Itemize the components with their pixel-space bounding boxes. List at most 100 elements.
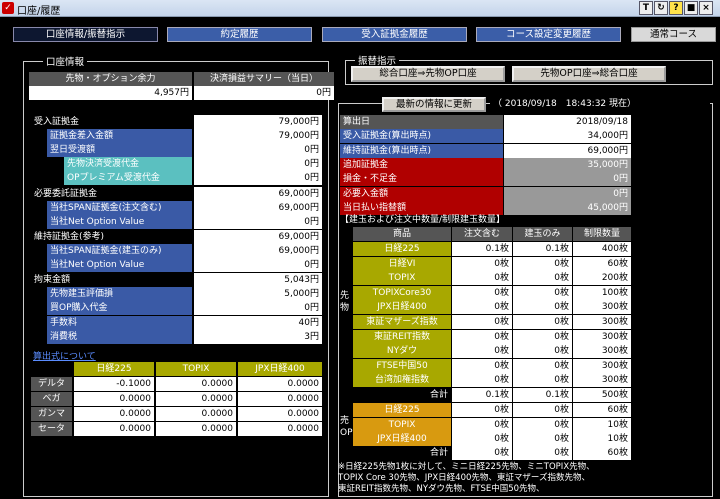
- greeks-cell: -0.1000: [74, 377, 154, 391]
- futures-cell: 0枚: [452, 285, 512, 300]
- account-row-value: 69,000円: [194, 230, 322, 244]
- account-info-label: 口座情報: [43, 54, 88, 68]
- futures-cell: 0.1枚: [513, 242, 572, 256]
- greeks-cell: 0.0000: [238, 422, 322, 436]
- greeks-cell: 0.0000: [74, 392, 154, 406]
- account-row-label: 必要委託証拠金: [34, 189, 98, 199]
- futures-cell: 300枚: [573, 300, 631, 315]
- account-row-value: 0円: [194, 301, 322, 315]
- summary-label: 必要入金額: [340, 186, 503, 201]
- timestamp: （ 2018/09/18 18:43:32 現在）: [490, 97, 710, 111]
- futures-cell: 0枚: [513, 300, 572, 315]
- futures-cell: 0枚: [452, 329, 512, 344]
- futures-cell: 0枚: [513, 271, 572, 286]
- futures-name: 日経VI: [353, 256, 451, 271]
- account-row-value: 5,043円: [194, 273, 322, 287]
- futures-total-cell: 0.1枚: [513, 388, 572, 402]
- options-cell: 60枚: [573, 403, 631, 417]
- tab-account-info[interactable]: 口座情報/振替指示: [13, 27, 158, 42]
- account-row-value: 0円: [194, 143, 322, 157]
- summary-label: 損金・不足金: [340, 172, 503, 187]
- account-row-label: 当社Net Option Value: [47, 258, 192, 272]
- options-cell: 10枚: [573, 417, 631, 432]
- greeks-row-name: ベガ: [31, 392, 72, 406]
- account-row-value: 0円: [194, 215, 322, 229]
- positions-title: 【建玉および注文中数量/制限建玉数量】: [340, 215, 506, 225]
- formula-link[interactable]: 算出式について: [33, 349, 96, 362]
- summary-value: 35,000円: [504, 157, 631, 172]
- futures-cell: 0枚: [452, 300, 512, 315]
- futures-cell: 100枚: [573, 285, 631, 300]
- futures-cell: 0枚: [452, 315, 512, 329]
- summary-value: 69,000円: [504, 143, 631, 158]
- close-icon[interactable]: ×: [699, 1, 713, 15]
- futures-cell: 0枚: [513, 256, 572, 271]
- transfer-label: 振替指示: [355, 53, 400, 67]
- positions-header: 建玉のみ: [513, 227, 572, 241]
- options-name: TOPIX: [353, 417, 451, 432]
- account-row-value: 79,000円: [194, 115, 322, 129]
- to-futures-button[interactable]: 総合口座⇒先物OP口座: [351, 66, 505, 82]
- account-row-label: 手数料: [47, 316, 192, 330]
- futures-cell: 0枚: [452, 373, 512, 388]
- account-row-label: 証拠金差入金額: [47, 129, 192, 143]
- summary-label: 追加証拠金: [340, 157, 503, 172]
- account-row-value: 69,000円: [194, 201, 322, 215]
- account-row-label: 拘束金額: [34, 275, 71, 285]
- positions-header: 制限数量: [573, 227, 631, 241]
- greeks-row-name: ガンマ: [31, 407, 72, 421]
- account-row-value: 0円: [194, 157, 322, 171]
- account-row-value: 69,000円: [194, 244, 322, 258]
- summary-label: 受入証拠金(算出時点): [340, 129, 503, 144]
- greeks-cell: 0.0000: [238, 407, 322, 421]
- futures-name: 台湾加権指数: [353, 373, 451, 388]
- futures-cell: 0枚: [452, 344, 512, 359]
- options-name: 日経225: [353, 403, 451, 417]
- options-total-cell: 0枚: [452, 446, 512, 460]
- futures-cell: 300枚: [573, 329, 631, 344]
- greeks-cell: 0.0000: [74, 407, 154, 421]
- options-total-label: 合計: [429, 448, 448, 458]
- t-button[interactable]: T: [639, 1, 653, 15]
- tab-course-history[interactable]: コース設定変更履歴: [476, 27, 621, 42]
- positions-header: 商品: [353, 227, 451, 241]
- minimize-icon[interactable]: ■: [684, 1, 698, 15]
- futures-total-cell: 500枚: [573, 388, 631, 402]
- futures-name: FTSE中国50: [353, 358, 451, 373]
- options-label: 売 OP: [340, 416, 353, 438]
- account-row-label: 受入証拠金: [34, 117, 80, 127]
- tab-margin-history[interactable]: 受入証拠金履歴: [322, 27, 467, 42]
- options-cell: 0枚: [452, 417, 512, 432]
- summary-value: 0円: [504, 172, 631, 187]
- greeks-cell: 0.0000: [156, 422, 236, 436]
- futures-cell: 0枚: [513, 329, 572, 344]
- refresh-button[interactable]: 最新の情報に更新: [382, 97, 486, 112]
- account-row-label: 当社Net Option Value: [47, 215, 192, 229]
- account-row-value: 5,000円: [194, 287, 322, 301]
- futures-cell: 60枚: [573, 256, 631, 271]
- futures-total-cell: 0.1枚: [452, 388, 512, 402]
- summary-value: 0円: [504, 186, 631, 201]
- window-title: 口座/履歴: [17, 6, 61, 17]
- options-cell: 0枚: [452, 403, 512, 417]
- help-icon[interactable]: ?: [669, 1, 683, 15]
- futures-label: 先 物: [340, 291, 350, 313]
- to-general-button[interactable]: 先物OP口座⇒総合口座: [512, 66, 666, 82]
- refresh-icon[interactable]: ↻: [654, 1, 668, 15]
- greeks-cell: 0.0000: [238, 392, 322, 406]
- tab-trade-history[interactable]: 約定履歴: [167, 27, 312, 42]
- account-row-label: 当社SPAN証拠金(注文含む): [47, 201, 192, 215]
- account-row-value: 0円: [194, 171, 322, 185]
- options-total-cell: 60枚: [573, 446, 631, 460]
- summary-value: 34,000円: [504, 129, 631, 144]
- futures-cell: 0枚: [513, 358, 572, 373]
- futures-name: 東証REIT指数: [353, 329, 451, 344]
- options-cell: 10枚: [573, 432, 631, 447]
- account-row-label: 維持証拠金(参考): [34, 232, 105, 242]
- note-line-2: TOPIX Core 30先物、JPX日経400先物、東証マザーズ指数先物、: [338, 473, 590, 483]
- account-row-value: 69,000円: [194, 187, 322, 201]
- account-row-value: 3円: [194, 330, 322, 344]
- pnl-summary-header: 決済損益サマリー（当日）: [194, 72, 334, 86]
- account-row-value: 79,000円: [194, 129, 322, 143]
- greeks-col-header: JPX日経400: [238, 362, 322, 376]
